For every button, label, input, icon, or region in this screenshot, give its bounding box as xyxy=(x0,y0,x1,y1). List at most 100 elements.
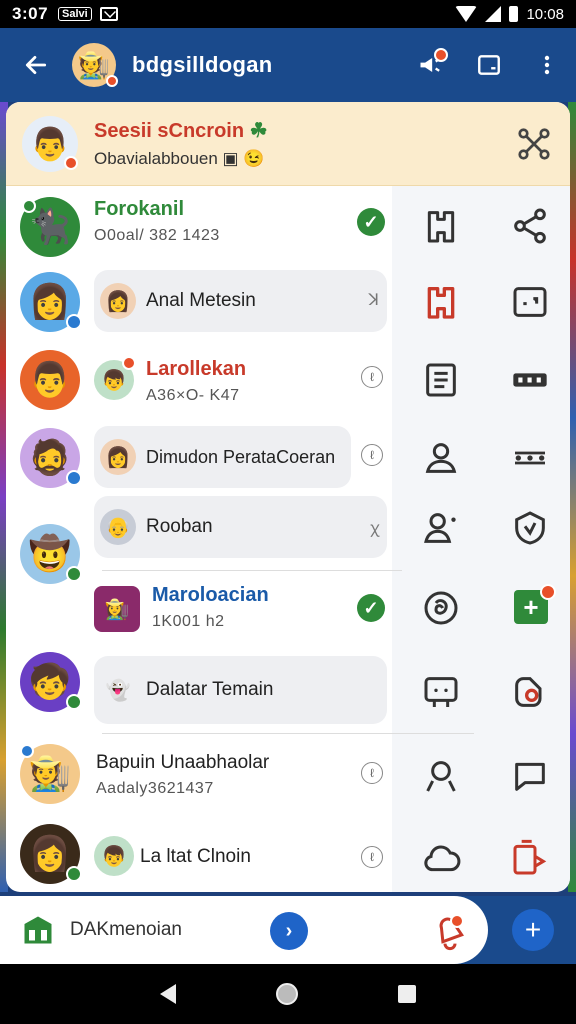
building-icon[interactable] xyxy=(421,206,461,246)
avatar-face: 🧑‍🌾 xyxy=(28,755,72,793)
info-icon[interactable]: ℓ xyxy=(361,366,383,388)
contact-name: Bapuin Unaabhaolar xyxy=(96,752,270,773)
list-item[interactable]: 🐈‍⬛ Forokanil O0oal/ 382 1423 ✓ xyxy=(6,188,570,266)
keyboard-icon[interactable] xyxy=(510,360,550,400)
chat-box-icon[interactable] xyxy=(510,282,550,322)
list-item[interactable]: 👩 👩 Anal Metesin ꓘ xyxy=(6,268,570,346)
avatar-badge xyxy=(106,75,118,87)
contact-avatar: 🧒 xyxy=(20,652,82,712)
chat-title: bdgsilldogan xyxy=(132,52,273,77)
back-button[interactable] xyxy=(0,28,72,102)
avatar-face: 👦 xyxy=(101,845,127,868)
avatar-face: 👩 xyxy=(28,835,72,873)
avatar-face: 👦 xyxy=(101,369,127,392)
contact-name: Rooban xyxy=(146,516,213,537)
cloud-icon[interactable] xyxy=(421,838,461,878)
chevron-right-icon: › xyxy=(285,919,293,942)
banner-texts: Seesii sCncroin ☘ Obavialabbouen ▣ 😉 xyxy=(94,118,268,169)
status-badge xyxy=(66,314,82,330)
status-badge xyxy=(22,199,36,213)
nav-recents-icon[interactable] xyxy=(398,985,416,1003)
mini-avatar: 👦 xyxy=(94,356,136,400)
screen: 3:07 Salvi 10:08 🧑‍🌾 bdgsilldogan xyxy=(0,0,576,1024)
contacts-card: 👨 Seesii sCncroin ☘ Obavialabbouen ▣ 😉 🐈… xyxy=(6,102,570,892)
list-item[interactable]: 🧑‍🌾 Bapuin Unaabhaolar Aadaly3621437 ℓ xyxy=(6,738,570,816)
notification-button[interactable] xyxy=(402,28,460,102)
info-icon[interactable]: ℓ xyxy=(361,444,383,466)
mini-avatar: 👩 xyxy=(100,439,136,475)
banner-title: Seesii sCncroin ☘ xyxy=(94,120,268,142)
banner-avatar-badge xyxy=(64,155,78,170)
bell-button[interactable] xyxy=(430,912,470,952)
shield-icon[interactable] xyxy=(510,508,550,548)
contact-text: Bapuin Unaabhaolar Aadaly3621437 xyxy=(96,752,269,798)
mini-avatar: 👩‍🌾 xyxy=(94,586,140,632)
nav-home-icon[interactable] xyxy=(276,983,298,1005)
banner[interactable]: 👨 Seesii sCncroin ☘ Obavialabbouen ▣ 😉 xyxy=(6,102,570,186)
contact-avatar: 👩 xyxy=(20,824,82,884)
verified-icon: ✓ xyxy=(357,594,385,622)
close-icon[interactable]: ꭓ xyxy=(370,516,379,538)
bottom-panel[interactable]: DAKmenoian xyxy=(0,896,488,964)
avatar-face: 🧒 xyxy=(28,663,72,701)
status-right: 10:08 xyxy=(455,6,564,23)
swirl-icon[interactable] xyxy=(421,588,461,628)
chat-avatar[interactable]: 🧑‍🌾 xyxy=(72,43,118,87)
list-item[interactable]: 👩‍🌾 Maroloacian 1K001 h2 ✓ + xyxy=(6,572,570,650)
media-icon[interactable] xyxy=(510,838,550,878)
document-icon[interactable] xyxy=(421,360,461,400)
list-item[interactable]: 👩 👦 La ltat Clnoin ℓ xyxy=(6,818,570,892)
avatar-face: 🤠 xyxy=(28,535,72,573)
info-icon[interactable]: ℓ xyxy=(361,762,383,784)
list-item[interactable]: 🧔 👩 Dimudon PerataCoeran ℓ xyxy=(6,424,570,502)
network-icon[interactable] xyxy=(516,126,552,162)
window-button[interactable] xyxy=(460,28,518,102)
person-outline-icon[interactable] xyxy=(421,756,461,796)
list-item[interactable]: 👴 Rooban ꭓ xyxy=(6,496,570,568)
list-item[interactable]: 🧒 👻 Dalatar Temain xyxy=(6,652,570,730)
comment-icon[interactable] xyxy=(510,756,550,796)
add-person-icon[interactable] xyxy=(421,508,461,548)
banner-subtitle: Obavialabbouen ▣ 😉 xyxy=(94,149,265,168)
dots-bar-icon[interactable] xyxy=(510,438,550,478)
signal-icon xyxy=(485,6,502,22)
add-badge xyxy=(540,584,556,600)
battery-icon xyxy=(509,6,519,22)
verified-icon: ✓ xyxy=(357,208,385,236)
message-box-icon[interactable] xyxy=(421,672,461,712)
plus-icon: + xyxy=(524,914,542,945)
contact-avatar: 👩 xyxy=(20,272,82,332)
status-badge xyxy=(66,470,82,486)
info-icon[interactable]: ℓ xyxy=(361,846,383,868)
nav-back-icon[interactable] xyxy=(160,984,176,1004)
share-icon[interactable] xyxy=(510,206,550,246)
message-bubble[interactable]: 👩 Dimudon PerataCoeran xyxy=(94,426,351,488)
avatar-face: 🧑‍🌾 xyxy=(77,49,111,80)
camera-icon[interactable] xyxy=(510,672,550,712)
contact-name: Anal Metesin xyxy=(146,290,256,311)
message-bubble[interactable]: 👻 Dalatar Temain xyxy=(94,656,387,724)
building-green-icon[interactable] xyxy=(20,912,56,948)
contact-name: Maroloacian xyxy=(152,584,269,606)
go-button[interactable]: › xyxy=(270,912,308,950)
person-icon[interactable] xyxy=(421,438,461,478)
status-badge xyxy=(66,866,82,882)
store-icon[interactable] xyxy=(421,282,461,322)
more-button[interactable] xyxy=(518,28,576,102)
close-icon[interactable]: ꓘ xyxy=(369,290,380,310)
avatar-face: 🐈‍⬛ xyxy=(28,208,72,246)
add-button[interactable]: + xyxy=(512,909,554,951)
divider xyxy=(102,733,474,734)
leaf-icon: ☘ xyxy=(249,120,268,142)
notification-badge xyxy=(434,48,448,62)
contact-avatar: 🧔 xyxy=(20,428,82,488)
message-bubble[interactable]: 👴 Rooban ꭓ xyxy=(94,496,387,558)
contact-meta: Aadaly3621437 xyxy=(96,780,214,797)
window-icon xyxy=(478,55,500,75)
contact-meta: A36×O- K47 xyxy=(146,387,240,404)
mini-avatar-badge xyxy=(122,356,136,370)
mail-icon xyxy=(99,7,118,21)
battery-text: 10:08 xyxy=(526,5,564,23)
message-bubble[interactable]: 👩 Anal Metesin ꓘ xyxy=(94,270,387,332)
list-item[interactable]: 👨 👦 Larollekan A36×O- K47 ℓ xyxy=(6,346,570,424)
